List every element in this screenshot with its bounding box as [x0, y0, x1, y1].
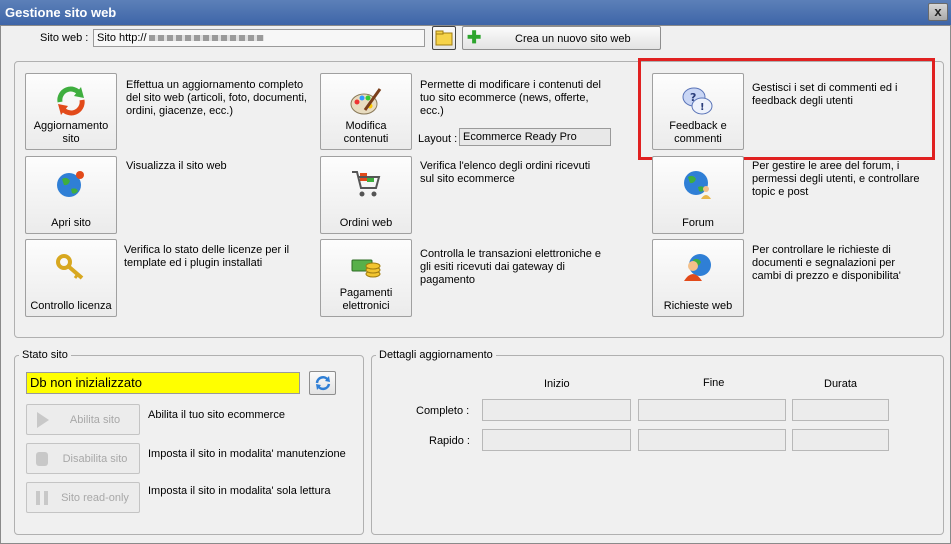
completo-durata-field — [792, 399, 889, 421]
dettagli-legend: Dettagli aggiornamento — [376, 349, 496, 361]
ordini-web-button[interactable]: Ordini web — [320, 156, 412, 234]
forum-desc: Per gestire le aree del forum, i permess… — [752, 160, 920, 198]
key-icon — [56, 254, 84, 280]
stop-hand-icon — [36, 452, 48, 466]
rapido-durata-field — [792, 429, 889, 451]
ordini-web-label: Ordini web — [339, 217, 393, 229]
site-url-field[interactable]: Sito http:// — [93, 29, 425, 47]
stato-sito-legend: Stato sito — [19, 349, 71, 361]
layout-field[interactable]: Ecommerce Ready Pro — [459, 128, 611, 146]
shopping-cart-icon — [352, 171, 381, 197]
window-title: Gestione sito web — [5, 5, 117, 20]
disabilita-sito-label: Disabilita sito — [62, 453, 128, 465]
modifica-button[interactable]: Modifica contenuti — [320, 73, 412, 150]
globe-icon — [57, 171, 84, 197]
user-globe-icon — [684, 254, 711, 281]
abilita-sito-label: Abilita sito — [69, 414, 121, 426]
refresh-arrows-icon — [57, 86, 85, 116]
rapido-inizio-field — [482, 429, 631, 451]
apri-sito-button[interactable]: Apri sito — [25, 156, 117, 234]
pagamenti-label-2: elettronici — [342, 300, 390, 312]
forum-button[interactable]: Forum — [652, 156, 744, 234]
new-site-label: Crea un nuovo sito web — [515, 33, 631, 45]
col-fine: Fine — [703, 377, 725, 389]
close-button[interactable]: x — [928, 3, 948, 21]
apri-sito-desc: Visualizza il sito web — [126, 160, 227, 172]
richieste-web-label: Richieste web — [663, 300, 733, 312]
forum-label: Forum — [682, 217, 714, 229]
controllo-licenza-button[interactable]: Controllo licenza — [25, 239, 117, 317]
col-durata: Durata — [824, 378, 858, 390]
sito-read-only-button[interactable]: Sito read-only — [26, 482, 140, 513]
sito-read-only-desc: Imposta il sito in modalita' sola lettur… — [148, 485, 331, 497]
rapido-fine-field — [638, 429, 786, 451]
globe-people-icon — [684, 171, 711, 199]
abilita-sito-desc: Abilita il tuo sito ecommerce — [148, 409, 285, 421]
plus-icon: ✚ — [467, 28, 482, 47]
folder-icon — [435, 30, 453, 46]
modifica-label-2: contenuti — [343, 133, 389, 145]
disabilita-sito-button[interactable]: Disabilita sito — [26, 443, 140, 474]
aggiornamento-label-1: Aggiornamento — [33, 120, 109, 132]
disabilita-sito-desc: Imposta il sito in modalita' manutenzion… — [148, 448, 346, 460]
controllo-licenza-desc: Verifica lo stato delle licenze per il t… — [124, 244, 290, 269]
modifica-desc: Permette di modificare i contenuti del t… — [420, 79, 601, 117]
richieste-web-desc: Per controllare le richieste di document… — [752, 244, 901, 282]
aggiornamento-label-2: sito — [62, 133, 80, 145]
abilita-sito-button[interactable]: Abilita sito — [26, 404, 140, 435]
modifica-label-1: Modifica — [345, 120, 387, 132]
pagamenti-button[interactable]: Pagamenti elettronici — [320, 239, 412, 317]
refresh-icon — [315, 376, 330, 391]
row-rapido-label: Rapido : — [429, 435, 470, 447]
richieste-web-button[interactable]: Richieste web — [652, 239, 744, 317]
site-url-value: Sito http:// — [97, 32, 147, 44]
completo-inizio-field — [482, 399, 631, 421]
highlight-box — [638, 58, 935, 160]
blurred-url — [148, 35, 264, 42]
pagamenti-label-1: Pagamenti — [339, 287, 393, 299]
pause-icon — [36, 491, 48, 505]
aggiornamento-button[interactable]: Aggiornamento sito — [25, 73, 117, 150]
row-completo-label: Completo : — [416, 405, 470, 417]
site-status-field: Db non inizializzato — [26, 372, 300, 394]
apri-sito-label: Apri sito — [51, 217, 91, 229]
money-icon — [351, 259, 381, 278]
completo-fine-field — [638, 399, 786, 421]
aggiornamento-desc: Effettua un aggiornamento completo del s… — [126, 79, 307, 117]
site-label: Sito web : — [40, 32, 89, 44]
palette-brush-icon — [350, 88, 382, 115]
play-icon — [37, 412, 49, 428]
controllo-licenza-label: Controllo licenza — [30, 300, 112, 312]
layout-label: Layout : — [418, 133, 458, 145]
pagamenti-desc: Controlla le transazioni elettroniche e … — [420, 248, 601, 286]
refresh-status-button[interactable] — [309, 371, 336, 395]
col-inizio: Inizio — [544, 378, 570, 390]
new-site-button[interactable]: ✚ Crea un nuovo sito web — [462, 26, 661, 50]
sito-read-only-label: Sito read-only — [61, 492, 129, 504]
title-bar: Gestione sito web x — [0, 0, 951, 25]
ordini-web-desc: Verifica l'elenco degli ordini ricevuti … — [420, 160, 591, 185]
browse-folder-button[interactable] — [432, 26, 456, 50]
